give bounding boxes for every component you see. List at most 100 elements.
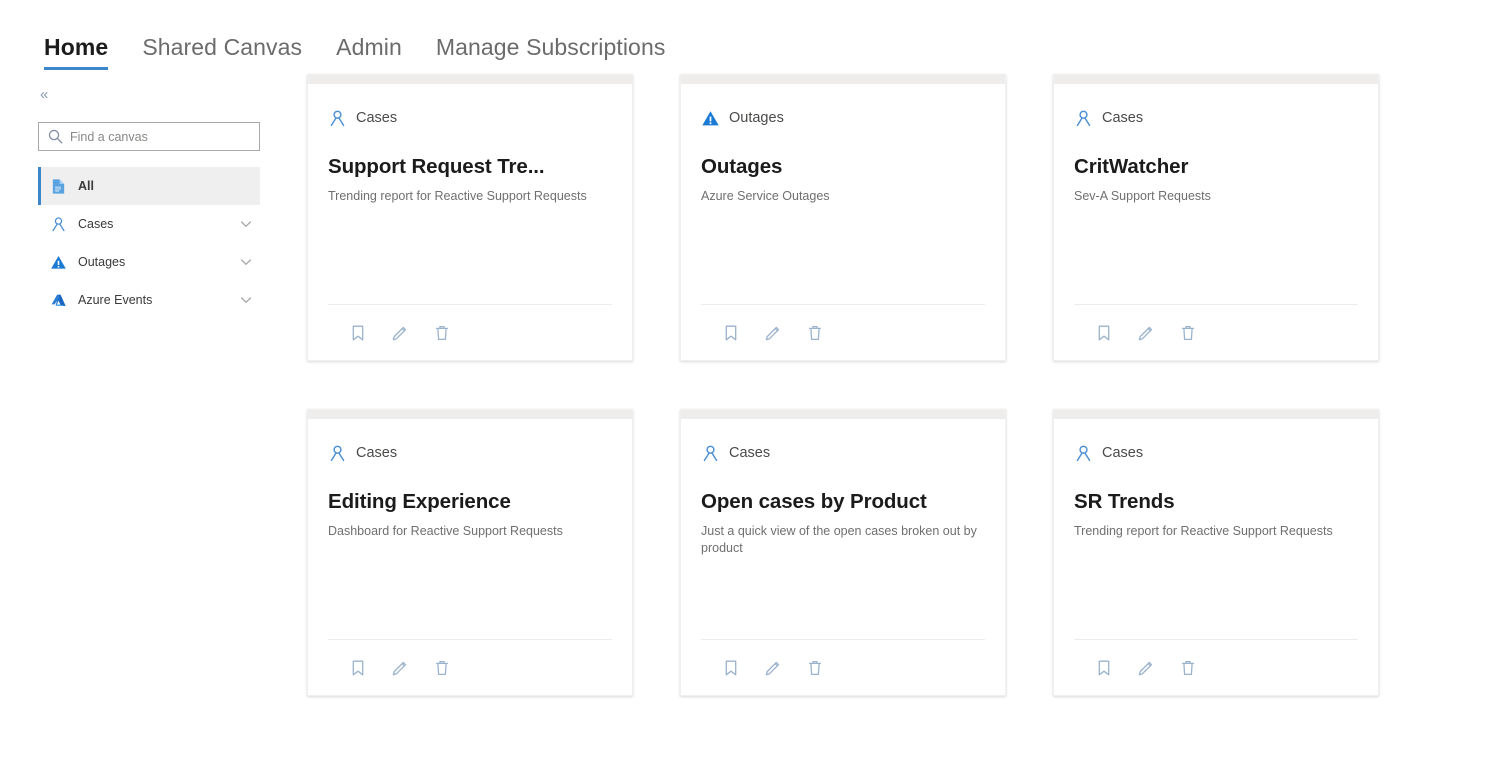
sidebar-item-all[interactable]: All <box>38 167 260 205</box>
sidebar-item-outages-label: Outages <box>78 255 126 269</box>
card-top-accent-bar <box>681 410 1005 419</box>
card-category-label: Cases <box>1102 445 1144 461</box>
sidebar-item-cases[interactable]: Cases <box>38 205 260 243</box>
bookmark-icon <box>725 660 737 675</box>
card-content: Cases Editing Experience Dashboard for R… <box>308 419 632 639</box>
card-footer-wrap <box>1054 639 1378 695</box>
collapse-double-chevron-icon[interactable]: « <box>40 87 48 103</box>
bookmark-icon <box>725 325 737 340</box>
search-input[interactable] <box>70 129 251 144</box>
card-top-accent-bar <box>1054 410 1378 419</box>
card-category: Cases <box>701 443 985 463</box>
card-content: Cases Open cases by Product Just a quick… <box>681 419 1005 639</box>
sidebar-item-cases-label: Cases <box>78 217 114 231</box>
delete-trash-icon <box>1181 660 1195 675</box>
bookmark-button[interactable] <box>347 322 369 344</box>
card-content: Cases CritWatcher Sev-A Support Requests <box>1054 84 1378 304</box>
search-box[interactable] <box>38 122 260 151</box>
edit-pencil-icon <box>1138 326 1153 340</box>
card-actions <box>1074 639 1358 695</box>
edit-button[interactable] <box>762 657 784 679</box>
delete-button[interactable] <box>804 322 826 344</box>
delete-button[interactable] <box>431 657 453 679</box>
edit-button[interactable] <box>389 657 411 679</box>
page-body: « All <box>0 70 1500 696</box>
card-top-accent-bar <box>681 75 1005 84</box>
canvas-card[interactable]: Cases Open cases by Product Just a quick… <box>680 409 1006 696</box>
card-actions <box>328 304 612 360</box>
person-contact-icon <box>1074 109 1093 128</box>
edit-pencil-icon <box>1138 661 1153 675</box>
card-title: Editing Experience <box>328 490 511 513</box>
card-category-label: Cases <box>729 445 771 461</box>
card-category: Cases <box>328 108 612 128</box>
card-description: Trending report for Reactive Support Req… <box>1074 524 1333 538</box>
tab-admin[interactable]: Admin <box>336 32 402 70</box>
edit-button[interactable] <box>1135 657 1157 679</box>
canvas-card[interactable]: Cases SR Trends Trending report for Reac… <box>1053 409 1379 696</box>
card-footer-wrap <box>681 639 1005 695</box>
tab-shared-canvas-label: Shared Canvas <box>142 34 303 60</box>
canvas-card[interactable]: Cases Support Request Tre... Trending re… <box>307 74 633 361</box>
card-category-label: Cases <box>356 445 398 461</box>
person-contact-icon <box>50 216 67 233</box>
canvas-area: Cases Support Request Tre... Trending re… <box>300 70 1500 696</box>
card-category: Cases <box>328 443 612 463</box>
edit-button[interactable] <box>389 322 411 344</box>
edit-button[interactable] <box>762 322 784 344</box>
card-footer-wrap <box>681 304 1005 360</box>
card-title: Outages <box>701 155 783 178</box>
sidebar-item-outages[interactable]: Outages <box>38 243 260 281</box>
delete-trash-icon <box>808 660 822 675</box>
card-description: Azure Service Outages <box>701 189 830 203</box>
sidebar-item-azure-events[interactable]: Azure Events <box>38 281 260 319</box>
card-actions <box>1074 304 1358 360</box>
card-actions <box>328 639 612 695</box>
delete-trash-icon <box>808 325 822 340</box>
tab-shared-canvas[interactable]: Shared Canvas <box>142 32 302 70</box>
card-category-label: Cases <box>1102 110 1144 126</box>
bookmark-button[interactable] <box>1093 657 1115 679</box>
card-actions <box>701 304 985 360</box>
chevron-down-icon[interactable] <box>238 216 254 232</box>
canvas-card[interactable]: Cases CritWatcher Sev-A Support Requests <box>1053 74 1379 361</box>
canvas-card[interactable]: Cases Editing Experience Dashboard for R… <box>307 409 633 696</box>
sidebar-nav-list: All Cases Outages Azure Events <box>38 167 260 319</box>
warning-triangle-icon <box>701 109 720 128</box>
bookmark-button[interactable] <box>720 322 742 344</box>
card-description: Sev-A Support Requests <box>1074 189 1211 203</box>
card-title: SR Trends <box>1074 490 1175 513</box>
delete-button[interactable] <box>1177 657 1199 679</box>
card-category-label: Outages <box>729 110 784 126</box>
chevron-down-icon[interactable] <box>238 292 254 308</box>
bookmark-button[interactable] <box>1093 322 1115 344</box>
sidebar-item-all-label: All <box>78 179 94 193</box>
card-content: Outages Outages Azure Service Outages <box>681 84 1005 304</box>
bookmark-button[interactable] <box>720 657 742 679</box>
delete-button[interactable] <box>431 322 453 344</box>
delete-button[interactable] <box>1177 322 1199 344</box>
person-contact-icon <box>701 444 720 463</box>
delete-button[interactable] <box>804 657 826 679</box>
card-category-label: Cases <box>356 110 398 126</box>
card-category: Cases <box>1074 443 1358 463</box>
tab-manage-subscriptions-label: Manage Subscriptions <box>435 34 666 60</box>
tab-admin-label: Admin <box>336 34 402 60</box>
tab-home[interactable]: Home <box>44 32 109 70</box>
tab-manage-subscriptions[interactable]: Manage Subscriptions <box>436 32 666 70</box>
edit-pencil-icon <box>765 661 780 675</box>
top-navigation: Home Shared Canvas Admin Manage Subscrip… <box>0 0 1500 70</box>
edit-pencil-icon <box>392 661 407 675</box>
bookmark-button[interactable] <box>347 657 369 679</box>
card-top-accent-bar <box>308 75 632 84</box>
edit-button[interactable] <box>1135 322 1157 344</box>
warning-triangle-icon <box>50 254 67 271</box>
chevron-down-icon[interactable] <box>238 254 254 270</box>
delete-trash-icon <box>435 660 449 675</box>
card-content: Cases Support Request Tre... Trending re… <box>308 84 632 304</box>
azure-logo-icon <box>50 292 67 309</box>
edit-pencil-icon <box>765 326 780 340</box>
canvas-card[interactable]: Outages Outages Azure Service Outages <box>680 74 1006 361</box>
search-icon <box>47 128 64 145</box>
card-description: Dashboard for Reactive Support Requests <box>328 524 563 538</box>
